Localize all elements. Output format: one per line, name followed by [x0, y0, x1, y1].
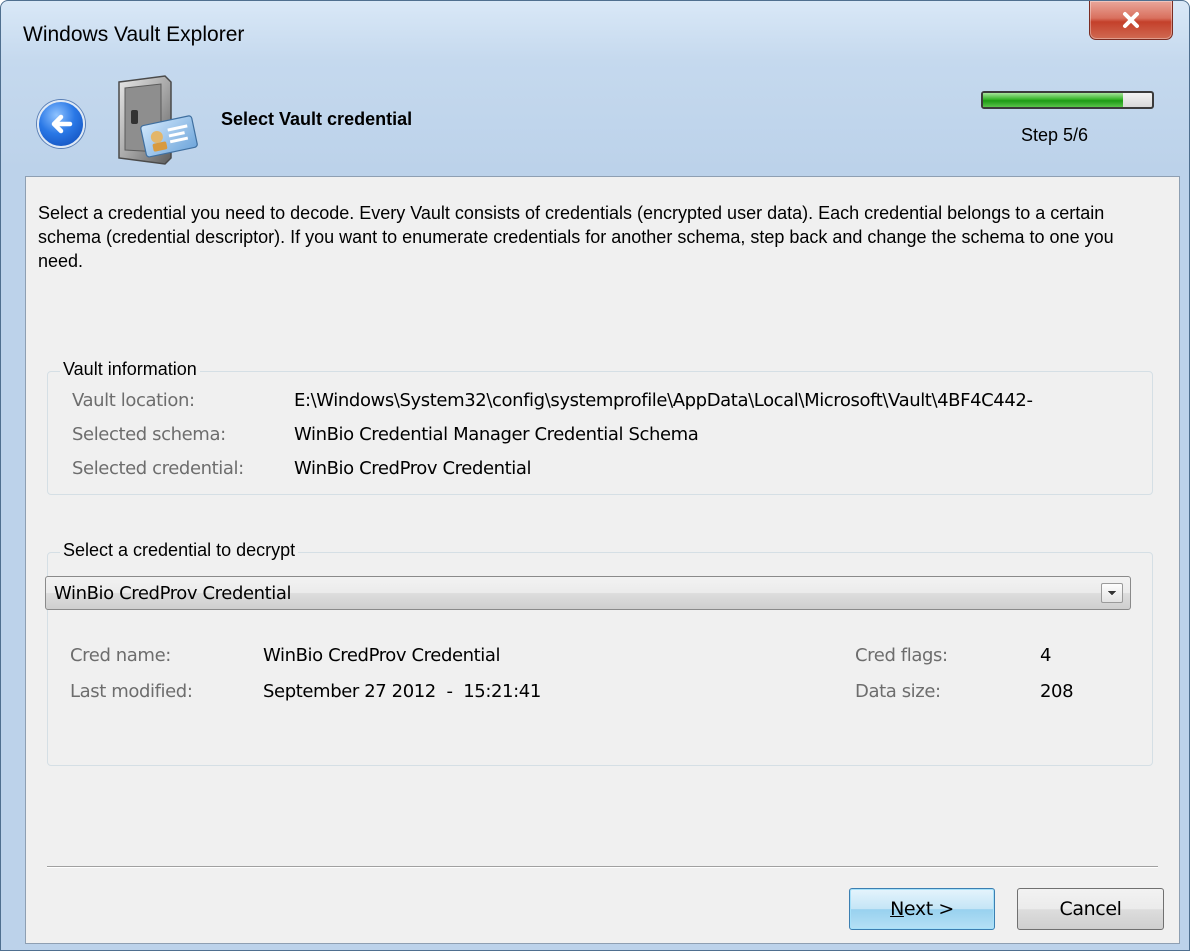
cred-name-label: Cred name:	[70, 645, 171, 666]
window-title: Windows Vault Explorer	[23, 23, 245, 46]
cred-name-value: WinBio CredProv Credential	[263, 645, 501, 666]
next-button[interactable]: Next >	[849, 888, 995, 930]
data-size-value: 208	[1040, 681, 1074, 702]
chevron-down-icon	[1107, 590, 1117, 596]
vault-information-group: Vault information Vault location: E:\Win…	[47, 359, 1153, 495]
wizard-window: Windows Vault Explorer Select Vault cred…	[0, 0, 1190, 951]
data-size-label: Data size:	[855, 681, 941, 702]
select-credential-legend: Select a credential to decrypt	[60, 540, 299, 561]
intro-text: Select a credential you need to decode. …	[38, 203, 1114, 271]
vault-location-value: E:\Windows\System32\config\systemprofile…	[294, 390, 1033, 411]
selected-schema-label: Selected schema:	[72, 424, 226, 445]
credential-select-value: WinBio CredProv Credential	[54, 583, 292, 604]
content-panel: Select a credential you need to decode. …	[25, 176, 1180, 944]
vault-information-legend: Vault information	[60, 359, 200, 380]
next-button-label: ext >	[903, 898, 954, 920]
vault-location-label: Vault location:	[72, 390, 195, 411]
footer-divider	[47, 866, 1158, 868]
selected-credential-value: WinBio CredProv Credential	[294, 458, 532, 479]
vault-icon	[118, 75, 198, 165]
last-modified-label: Last modified:	[70, 681, 193, 702]
cred-flags-value: 4	[1040, 645, 1052, 666]
selected-schema-value: WinBio Credential Manager Credential Sch…	[294, 424, 699, 445]
last-modified-value: September 27 2012 - 15:21:41	[263, 681, 541, 702]
credential-select[interactable]: WinBio CredProv Credential	[45, 576, 1131, 610]
next-hotkey-letter: N	[890, 898, 904, 920]
step-label: Step 5/6	[1021, 125, 1089, 145]
page-title: Select Vault credential	[221, 109, 413, 129]
close-button[interactable]	[1089, 1, 1173, 40]
back-arrow-icon	[51, 114, 73, 134]
back-button[interactable]	[37, 100, 85, 148]
step-progress-bar	[981, 91, 1154, 109]
selected-credential-label: Selected credential:	[72, 458, 244, 479]
cred-flags-label: Cred flags:	[855, 645, 948, 666]
close-icon	[1123, 12, 1139, 28]
step-progress-fill	[983, 93, 1124, 107]
dropdown-button[interactable]	[1101, 583, 1123, 603]
cancel-button[interactable]: Cancel	[1017, 888, 1164, 930]
